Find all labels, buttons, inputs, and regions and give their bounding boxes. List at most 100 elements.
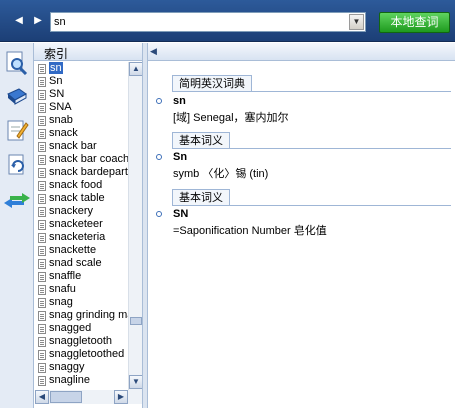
- definition-panel: 简明英汉词典 sn [域] Senegal，塞内加尔 基本词义 Sn symb …: [148, 62, 455, 408]
- scroll-right-icon[interactable]: ▶: [114, 390, 128, 404]
- scroll-thumb[interactable]: [130, 317, 142, 325]
- book-icon[interactable]: [5, 86, 29, 110]
- list-item[interactable]: snaggy: [35, 361, 128, 374]
- refresh-document-icon[interactable]: [5, 153, 29, 177]
- list-item[interactable]: sn: [35, 62, 128, 75]
- document-icon: [38, 363, 46, 373]
- list-item[interactable]: snag grinding machine: [35, 309, 128, 322]
- list-item-label: snag grinding machine: [49, 309, 128, 321]
- list-item[interactable]: snab: [35, 114, 128, 127]
- list-item[interactable]: SNA: [35, 101, 128, 114]
- list-item[interactable]: snackery: [35, 205, 128, 218]
- collapse-left-icon[interactable]: ◀: [150, 46, 157, 57]
- document-icon: [38, 376, 46, 386]
- list-item[interactable]: snafu: [35, 283, 128, 296]
- entry-headword: sn: [173, 95, 186, 107]
- list-item[interactable]: snaffle: [35, 270, 128, 283]
- list-item-label: snad scale: [49, 257, 102, 269]
- document-icon: [38, 246, 46, 256]
- list-item[interactable]: snack food: [35, 179, 128, 192]
- horizontal-scroll-thumb[interactable]: [50, 391, 82, 403]
- document-icon: [38, 64, 46, 74]
- entry-bullet-icon: [156, 154, 162, 160]
- list-item-label: SN: [49, 88, 65, 100]
- list-item-label: snag: [49, 296, 73, 308]
- dropdown-arrow-icon[interactable]: ▼: [349, 14, 364, 30]
- document-icon: [38, 142, 46, 152]
- scroll-left-icon[interactable]: ◀: [35, 390, 49, 404]
- list-item[interactable]: snack bar: [35, 140, 128, 153]
- word-list-vertical-scrollbar[interactable]: ▲ ▼: [128, 62, 143, 390]
- list-item[interactable]: snacketeria: [35, 231, 128, 244]
- word-list-horizontal-scrollbar[interactable]: ◀ ▶: [35, 390, 128, 404]
- entry-bullet-icon: [156, 98, 162, 104]
- document-icon: [38, 194, 46, 204]
- list-item[interactable]: snag: [35, 296, 128, 309]
- entry-headword: Sn: [173, 151, 188, 163]
- document-icon: [38, 350, 46, 360]
- list-item-label: snack food: [49, 179, 103, 191]
- document-icon: [38, 116, 46, 126]
- list-item[interactable]: snagged: [35, 322, 128, 335]
- list-item-label: sn: [49, 62, 63, 74]
- document-icon: [38, 311, 46, 321]
- document-icon: [38, 324, 46, 334]
- word-list[interactable]: sn Sn SN SNA snab snack snack bar snack bar coa…: [35, 62, 128, 390]
- document-icon: [38, 168, 46, 178]
- sidebar-icon-bar: [0, 43, 34, 408]
- list-item[interactable]: snack bar coach: [35, 153, 128, 166]
- list-item[interactable]: Sn: [35, 75, 128, 88]
- list-item-label: snaggletooth: [49, 335, 112, 347]
- document-icon: [38, 207, 46, 217]
- index-title: 索引: [44, 47, 69, 61]
- list-item-label: snacketeria: [49, 231, 106, 243]
- document-icon: [38, 259, 46, 269]
- document-icon: [38, 90, 46, 100]
- section-divider: [172, 148, 451, 149]
- list-item-label: snagged: [49, 322, 92, 334]
- list-item[interactable]: snack table: [35, 192, 128, 205]
- list-item[interactable]: snacketeer: [35, 218, 128, 231]
- list-item-label: snafu: [49, 283, 76, 295]
- entry-meaning: symb 〈化〉锡 (tin): [173, 168, 269, 180]
- list-item[interactable]: snagline: [35, 374, 128, 387]
- scrollbar-corner: [128, 390, 142, 404]
- section-divider: [172, 205, 451, 206]
- section-tab: 基本词义: [172, 189, 230, 206]
- document-icon: [38, 285, 46, 295]
- list-item-label: Sn: [49, 75, 63, 87]
- document-icon: [38, 181, 46, 191]
- document-icon: [38, 298, 46, 308]
- list-item-label: snagline: [49, 374, 90, 386]
- search-combobox[interactable]: ▼: [50, 12, 366, 32]
- list-item-label: snaffle: [49, 270, 82, 282]
- local-lookup-button[interactable]: 本地查词: [379, 12, 450, 33]
- magnifier-search-icon[interactable]: [5, 51, 29, 75]
- list-item[interactable]: SN: [35, 88, 128, 101]
- list-item-label: snackette: [49, 244, 97, 256]
- forward-arrow-icon[interactable]: ▶: [31, 14, 45, 28]
- list-item[interactable]: snad scale: [35, 257, 128, 270]
- document-icon: [38, 129, 46, 139]
- document-icon: [38, 272, 46, 282]
- top-toolbar: ◀ ▶ ▼ 本地查词: [0, 0, 455, 42]
- list-item-label: snack table: [49, 192, 105, 204]
- scroll-down-icon[interactable]: ▼: [129, 375, 143, 389]
- list-item[interactable]: snaggletooth: [35, 335, 128, 348]
- bidirectional-arrows-icon[interactable]: [2, 189, 32, 213]
- back-arrow-icon[interactable]: ◀: [12, 14, 26, 28]
- list-item-label: snack bar coach: [49, 153, 128, 165]
- list-item-label: snackery: [49, 205, 94, 217]
- list-item[interactable]: snaggletoothed: [35, 348, 128, 361]
- list-item[interactable]: snack: [35, 127, 128, 140]
- entry-meaning: [域] Senegal，塞内加尔: [173, 112, 289, 124]
- list-item[interactable]: snackette: [35, 244, 128, 257]
- entry-headword: SN: [173, 208, 189, 220]
- scroll-up-icon[interactable]: ▲: [129, 62, 143, 76]
- notepad-pencil-icon[interactable]: [5, 118, 29, 142]
- document-icon: [38, 233, 46, 243]
- index-panel-header: 索引: [34, 43, 145, 61]
- list-item-label: snack bardepartment: [49, 166, 128, 178]
- list-item[interactable]: snack bardepartment: [35, 166, 128, 179]
- search-input[interactable]: [53, 15, 343, 29]
